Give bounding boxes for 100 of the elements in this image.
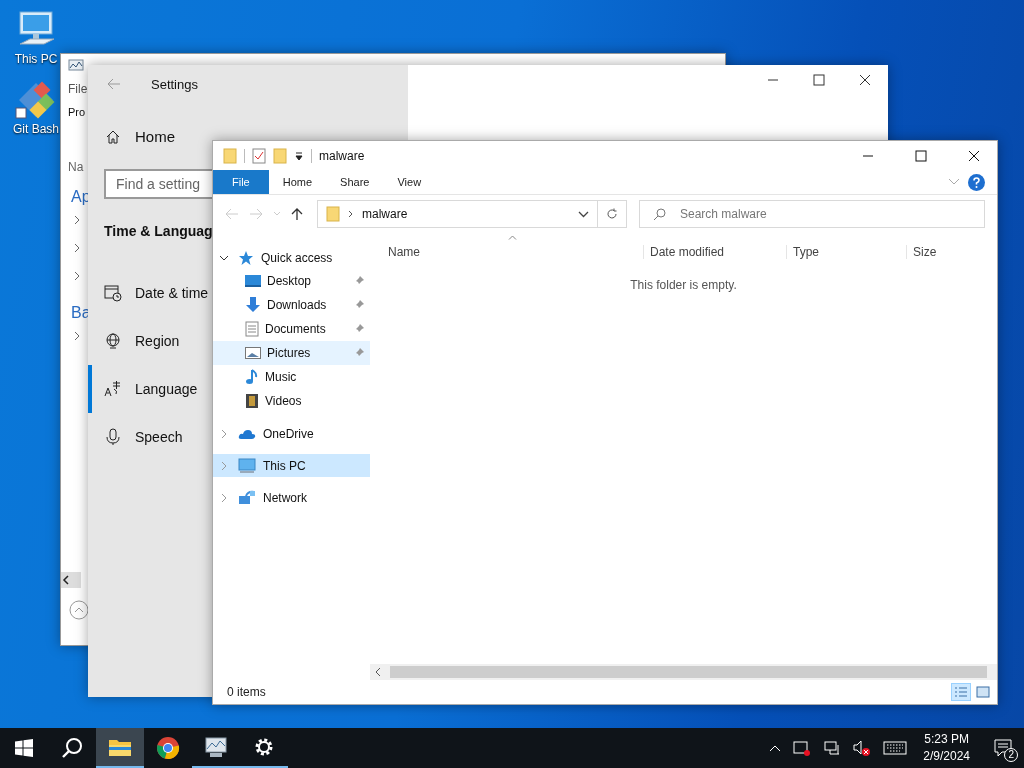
- item-count: 0 items: [227, 685, 266, 699]
- search-field[interactable]: Find a setting: [104, 169, 212, 199]
- music-note-icon: [245, 369, 259, 385]
- browser-icon: [156, 736, 180, 760]
- notifications-button[interactable]: 2: [984, 728, 1024, 768]
- pin-icon[interactable]: [354, 348, 364, 358]
- shortcut-label: Git Bash: [13, 122, 59, 136]
- window-title: malware: [319, 148, 365, 163]
- collapsed-chevron-icon[interactable]: [219, 461, 229, 470]
- muted-speaker-icon[interactable]: [853, 740, 872, 756]
- microphone-icon: [104, 428, 122, 446]
- column-header[interactable]: Na: [68, 160, 84, 174]
- ribbon-tab[interactable]: File: [213, 170, 269, 194]
- back-arrow-icon[interactable]: [107, 78, 121, 90]
- sidebar-item[interactable]: Date & time: [88, 269, 211, 317]
- nav-item[interactable]: Quick access: [213, 246, 370, 269]
- chevron-icon[interactable]: [73, 243, 81, 253]
- globe-icon: [104, 332, 122, 350]
- address-bar[interactable]: malware: [317, 200, 598, 228]
- notification-count: 2: [1004, 748, 1018, 762]
- menu-item[interactable]: File: [68, 82, 88, 96]
- up-arrow-icon[interactable]: [291, 207, 303, 221]
- pin-icon[interactable]: [354, 300, 364, 310]
- nav-item[interactable]: OneDrive: [213, 422, 370, 445]
- details-view-button[interactable]: [951, 683, 971, 701]
- document-icon: [245, 321, 259, 337]
- nav-item[interactable]: Documents: [213, 317, 370, 341]
- ribbon-tab[interactable]: Home: [268, 170, 327, 194]
- chevron-icon[interactable]: [73, 215, 81, 225]
- windows-logo-icon: [15, 739, 33, 757]
- network-monitor-icon[interactable]: [823, 740, 842, 756]
- pin-icon[interactable]: [354, 324, 364, 334]
- column-header[interactable]: Name: [373, 245, 643, 259]
- large-icons-view-button[interactable]: [973, 683, 993, 701]
- window-title: Settings: [151, 76, 198, 92]
- large-icons-icon: [976, 686, 990, 698]
- nav-item[interactable]: Desktop: [213, 269, 370, 293]
- taskbar-app-button[interactable]: [96, 728, 144, 768]
- breadcrumb-chevron-icon: [348, 210, 354, 218]
- download-arrow-icon: [245, 297, 261, 313]
- home-icon: [105, 128, 121, 145]
- maximize-icon: [915, 149, 927, 162]
- picture-icon: [245, 346, 261, 360]
- horizontal-scrollbar[interactable]: [370, 664, 997, 680]
- nav-item[interactable]: This PC: [213, 454, 370, 477]
- tab[interactable]: Pro: [68, 106, 86, 118]
- nav-item[interactable]: Videos: [213, 389, 370, 413]
- refresh-icon: [606, 208, 618, 220]
- desktop-shortcut[interactable]: Git Bash: [12, 78, 60, 136]
- search-icon: [61, 737, 83, 759]
- message-icon: [994, 739, 1014, 757]
- desktop-icon: [245, 274, 261, 288]
- ribbon-tab[interactable]: Share: [326, 170, 384, 194]
- nav-item[interactable]: Downloads: [213, 293, 370, 317]
- sidebar-item[interactable]: Language: [88, 365, 200, 413]
- clock-time[interactable]: 5:23 PM: [924, 731, 969, 748]
- maximize-icon: [813, 74, 825, 86]
- nav-item[interactable]: Pictures: [213, 341, 370, 365]
- star-icon: [238, 249, 254, 266]
- folder-icon: [108, 737, 132, 757]
- pin-icon[interactable]: [354, 276, 364, 286]
- empty-folder-message: This folder is empty.: [630, 278, 737, 292]
- chevron-icon[interactable]: [73, 331, 81, 341]
- properties-icon[interactable]: [252, 147, 266, 164]
- refresh-button[interactable]: [597, 200, 627, 228]
- section-title: Time & Languag: [104, 223, 214, 239]
- help-icon[interactable]: [968, 173, 985, 191]
- expanded-chevron-icon[interactable]: [219, 253, 229, 262]
- language-icon: [104, 380, 122, 398]
- keyboard-icon[interactable]: [883, 741, 908, 755]
- gear-icon: [253, 736, 275, 758]
- home-link[interactable]: Home: [104, 128, 175, 145]
- ribbon-tab[interactable]: View: [383, 170, 436, 194]
- column-header[interactable]: Type: [786, 245, 906, 259]
- expand-ribbon-icon[interactable]: [948, 178, 960, 186]
- details-list-icon: [954, 686, 968, 698]
- collapsed-chevron-icon[interactable]: [219, 429, 229, 438]
- search-icon: [653, 208, 666, 221]
- shortcut-label: This PC: [14, 52, 58, 66]
- nav-item[interactable]: Network: [213, 486, 370, 509]
- device-alert-icon[interactable]: [793, 740, 812, 756]
- dropdown-icon[interactable]: [294, 150, 304, 161]
- scroll-left-icon[interactable]: [374, 667, 382, 677]
- calendar-icon: [104, 284, 122, 302]
- collapse-icon[interactable]: [69, 600, 89, 620]
- desktop-shortcut[interactable]: This PC: [12, 8, 60, 66]
- column-header[interactable]: Date modified: [643, 245, 786, 259]
- sidebar-item[interactable]: Region: [88, 317, 182, 365]
- dropdown-caret-icon[interactable]: [578, 210, 589, 218]
- sort-caret-icon: [508, 235, 517, 240]
- column-header[interactable]: Size: [906, 245, 986, 259]
- nav-item[interactable]: Music: [213, 365, 370, 389]
- collapsed-chevron-icon[interactable]: [219, 493, 229, 502]
- scroll-left-icon[interactable]: [61, 574, 71, 586]
- clock-date[interactable]: 2/9/2024: [923, 748, 970, 765]
- sidebar-item[interactable]: Speech: [88, 413, 185, 461]
- network-icon: [238, 489, 256, 506]
- close-icon: [968, 149, 980, 162]
- chevron-icon[interactable]: [73, 271, 81, 281]
- show-hidden-icons-icon[interactable]: [769, 744, 782, 752]
